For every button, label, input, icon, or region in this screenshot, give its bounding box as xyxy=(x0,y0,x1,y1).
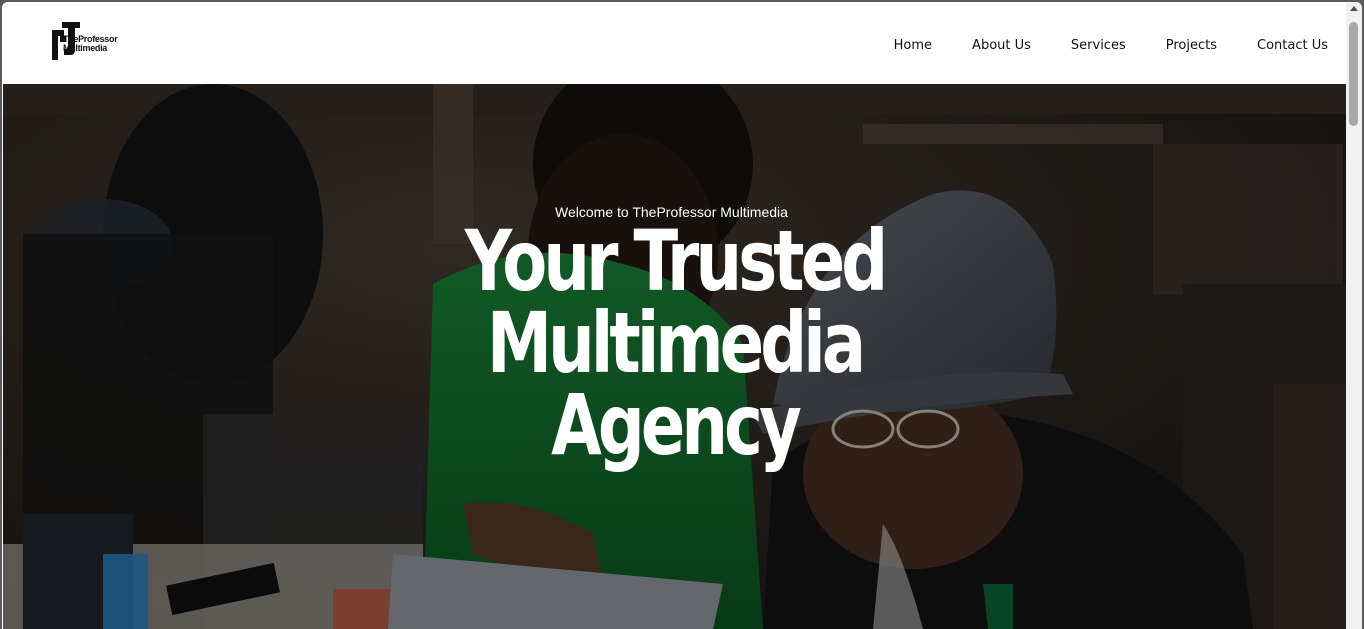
nav-item-projects[interactable]: Projects xyxy=(1166,36,1217,56)
hero-section: Welcome to TheProfessor Multimedia Your … xyxy=(3,84,1346,629)
logo-wordmark: TheProfessor Multimedia xyxy=(63,35,118,53)
nav-item-about-us[interactable]: About Us xyxy=(972,36,1031,56)
hero-content: Welcome to TheProfessor Multimedia Your … xyxy=(3,204,1346,474)
hero-headline-line-3: Agency xyxy=(551,376,802,474)
main-nav: Home About Us Services Projects Contact … xyxy=(854,36,1328,56)
site-header: TheProfessor Multimedia Home About Us Se… xyxy=(3,2,1346,84)
nav-item-services[interactable]: Services xyxy=(1071,36,1126,56)
logo-line-2: Multimedia xyxy=(63,43,108,53)
browser-viewport: TheProfessor Multimedia Home About Us Se… xyxy=(2,2,1362,629)
scroll-up-icon[interactable] xyxy=(1350,6,1358,11)
scrollbar-thumb[interactable] xyxy=(1349,22,1358,126)
hero-headline: Your Trusted Multimedia Agency xyxy=(151,212,1199,474)
hero-headline-line-1: Your Trusted xyxy=(464,212,888,310)
nav-item-home[interactable]: Home xyxy=(894,36,932,56)
site-logo[interactable]: TheProfessor Multimedia xyxy=(50,20,136,62)
nav-item-contact-us[interactable]: Contact Us xyxy=(1257,36,1328,56)
vertical-scrollbar[interactable] xyxy=(1346,2,1362,629)
hero-headline-line-2: Multimedia xyxy=(486,294,866,392)
